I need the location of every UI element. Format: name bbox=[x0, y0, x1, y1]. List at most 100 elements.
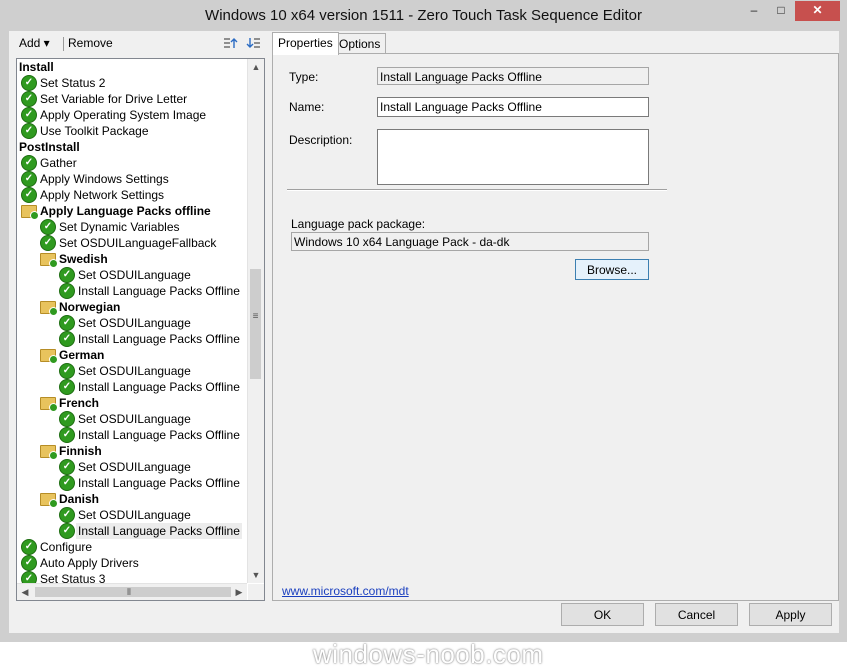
scroll-up-icon[interactable]: ▲ bbox=[248, 59, 264, 75]
tree-step[interactable]: ✓ Install Language Packs Offline bbox=[17, 379, 247, 395]
tree-item-label: Install Language Packs Offline bbox=[78, 380, 240, 394]
folder-icon bbox=[40, 349, 58, 364]
tree-step[interactable]: ✓ Use Toolkit Package bbox=[17, 123, 247, 139]
toolbar-separator bbox=[63, 37, 64, 51]
tree-folder[interactable]: Swedish bbox=[17, 251, 247, 268]
tree-item-label: Use Toolkit Package bbox=[40, 124, 149, 138]
folder-icon bbox=[40, 445, 58, 460]
scroll-right-icon[interactable]: ▶ bbox=[231, 584, 247, 600]
tree-vertical-scrollbar[interactable]: ▲ ≡ ▼ bbox=[247, 59, 264, 583]
check-icon: ✓ bbox=[21, 171, 37, 187]
scroll-grip-icon: ≡ bbox=[252, 311, 259, 322]
scroll-thumb[interactable] bbox=[250, 269, 261, 379]
tree-items: Install ✓ Set Status 2 ✓ Set Variable for Dr… bbox=[17, 59, 247, 583]
tree-step[interactable]: ✓ Set OSDUILanguage bbox=[17, 411, 247, 427]
scroll-left-icon[interactable]: ◀ bbox=[17, 584, 33, 600]
tree-item-label: Set OSDUILanguage bbox=[78, 412, 191, 426]
tree-item-label: Gather bbox=[40, 156, 77, 170]
scroll-down-icon[interactable]: ▼ bbox=[248, 567, 264, 583]
tree-item-label: Set OSDUILanguageFallback bbox=[59, 236, 217, 250]
tree-step[interactable]: ✓ Gather bbox=[17, 155, 247, 171]
tree-step[interactable]: ✓ Apply Windows Settings bbox=[17, 171, 247, 187]
tree-item-label: Install Language Packs Offline bbox=[76, 523, 242, 539]
tree-folder[interactable]: French bbox=[17, 395, 247, 412]
move-up-icon[interactable] bbox=[222, 36, 238, 51]
task-sequence-tree[interactable]: Install ✓ Set Status 2 ✓ Set Variable for Dr… bbox=[16, 58, 265, 601]
check-icon: ✓ bbox=[21, 555, 37, 571]
tree-step[interactable]: ✓ Set OSDUILanguageFallback bbox=[17, 235, 247, 251]
tree-step[interactable]: ✓ Install Language Packs Offline bbox=[17, 523, 247, 539]
tree-item-label: Set OSDUILanguage bbox=[78, 508, 191, 522]
tree-item-label: Apply Network Settings bbox=[40, 188, 165, 202]
check-icon: ✓ bbox=[40, 235, 56, 251]
tree-item-label: Set Status 3 bbox=[40, 572, 106, 583]
tree-item-label: Apply Windows Settings bbox=[40, 172, 169, 186]
folder-icon bbox=[40, 253, 58, 268]
tree-item-label: Install bbox=[19, 60, 54, 74]
name-field[interactable]: Install Language Packs Offline bbox=[377, 97, 649, 117]
tree-step[interactable]: ✓ Set Status 3 bbox=[17, 571, 247, 583]
tree-step[interactable]: ✓ Apply Network Settings bbox=[17, 187, 247, 203]
tree-step[interactable]: ✓ Set OSDUILanguage bbox=[17, 459, 247, 475]
close-button[interactable]: ✕ bbox=[795, 1, 840, 21]
tree-item-label: German bbox=[59, 348, 105, 362]
tree-step[interactable]: ✓ Install Language Packs Offline bbox=[17, 427, 247, 443]
check-icon: ✓ bbox=[59, 507, 75, 523]
tree-step[interactable]: ✓ Auto Apply Drivers bbox=[17, 555, 247, 571]
tree-item-label: Auto Apply Drivers bbox=[40, 556, 139, 570]
tree-step[interactable]: ✓ Set OSDUILanguage bbox=[17, 315, 247, 331]
minimize-button[interactable]: ‒ bbox=[741, 1, 767, 21]
tree-folder[interactable]: Danish bbox=[17, 491, 247, 508]
description-field[interactable] bbox=[377, 129, 649, 185]
tab-options[interactable]: Options bbox=[333, 33, 387, 54]
tree-folder[interactable]: Finnish bbox=[17, 443, 247, 460]
check-icon: ✓ bbox=[59, 411, 75, 427]
tree-item-label: Apply Language Packs offline bbox=[40, 204, 211, 218]
mdt-link[interactable]: www.microsoft.com/mdt bbox=[282, 584, 409, 598]
move-down-icon[interactable] bbox=[246, 36, 262, 51]
browse-button[interactable]: Browse... bbox=[575, 259, 649, 280]
tree-group[interactable]: Install bbox=[17, 59, 247, 75]
properties-panel: Type: Install Language Packs Offline Nam… bbox=[272, 53, 839, 601]
tree-folder[interactable]: Norwegian bbox=[17, 299, 247, 316]
tree-step[interactable]: ✓ Set Variable for Drive Letter bbox=[17, 91, 247, 107]
tree-item-label: Set Variable for Drive Letter bbox=[40, 92, 188, 106]
ok-button[interactable]: OK bbox=[561, 603, 644, 626]
cancel-button[interactable]: Cancel bbox=[655, 603, 738, 626]
tree-folder[interactable]: Apply Language Packs offline bbox=[17, 203, 247, 220]
tree-item-label: French bbox=[59, 396, 100, 410]
tree-step[interactable]: ✓ Set OSDUILanguage bbox=[17, 267, 247, 283]
tree-horizontal-scrollbar[interactable]: ◀ ⦀ ▶ bbox=[17, 583, 247, 600]
watermark-text: windows-noob.com bbox=[313, 639, 544, 669]
tree-item-label: Swedish bbox=[59, 252, 108, 266]
type-label: Type: bbox=[289, 70, 319, 84]
apply-button[interactable]: Apply bbox=[749, 603, 832, 626]
tree-step[interactable]: ✓ Install Language Packs Offline bbox=[17, 475, 247, 491]
tree-step[interactable]: ✓ Set Status 2 bbox=[17, 75, 247, 91]
type-field: Install Language Packs Offline bbox=[377, 67, 649, 85]
tree-step[interactable]: ✓ Install Language Packs Offline bbox=[17, 283, 247, 299]
tree-step[interactable]: ✓ Apply Operating System Image bbox=[17, 107, 247, 123]
package-label: Language pack package: bbox=[291, 217, 426, 231]
remove-button[interactable]: Remove bbox=[68, 36, 113, 50]
tree-step[interactable]: ✓ Set Dynamic Variables bbox=[17, 219, 247, 235]
title-bar[interactable]: Windows 10 x64 version 1511 - Zero Touch… bbox=[1, 1, 846, 31]
maximize-button[interactable]: □ bbox=[768, 1, 794, 21]
add-menu-button[interactable]: Add ▾ bbox=[19, 36, 50, 50]
check-icon: ✓ bbox=[21, 539, 37, 555]
tree-step[interactable]: ✓ Install Language Packs Offline bbox=[17, 331, 247, 347]
check-icon: ✓ bbox=[21, 107, 37, 123]
tree-group[interactable]: PostInstall bbox=[17, 139, 247, 155]
check-icon: ✓ bbox=[59, 475, 75, 491]
tree-step[interactable]: ✓ Configure bbox=[17, 539, 247, 555]
hscroll-thumb[interactable] bbox=[35, 587, 231, 597]
check-icon: ✓ bbox=[59, 363, 75, 379]
tree-item-label: Apply Operating System Image bbox=[40, 108, 207, 122]
folder-icon bbox=[40, 301, 58, 316]
tab-properties[interactable]: Properties bbox=[272, 32, 339, 55]
tree-item-label: Set Dynamic Variables bbox=[59, 220, 180, 234]
tree-folder[interactable]: German bbox=[17, 347, 247, 364]
tree-step[interactable]: ✓ Set OSDUILanguage bbox=[17, 507, 247, 523]
tree-step[interactable]: ✓ Set OSDUILanguage bbox=[17, 363, 247, 379]
check-icon: ✓ bbox=[59, 315, 75, 331]
